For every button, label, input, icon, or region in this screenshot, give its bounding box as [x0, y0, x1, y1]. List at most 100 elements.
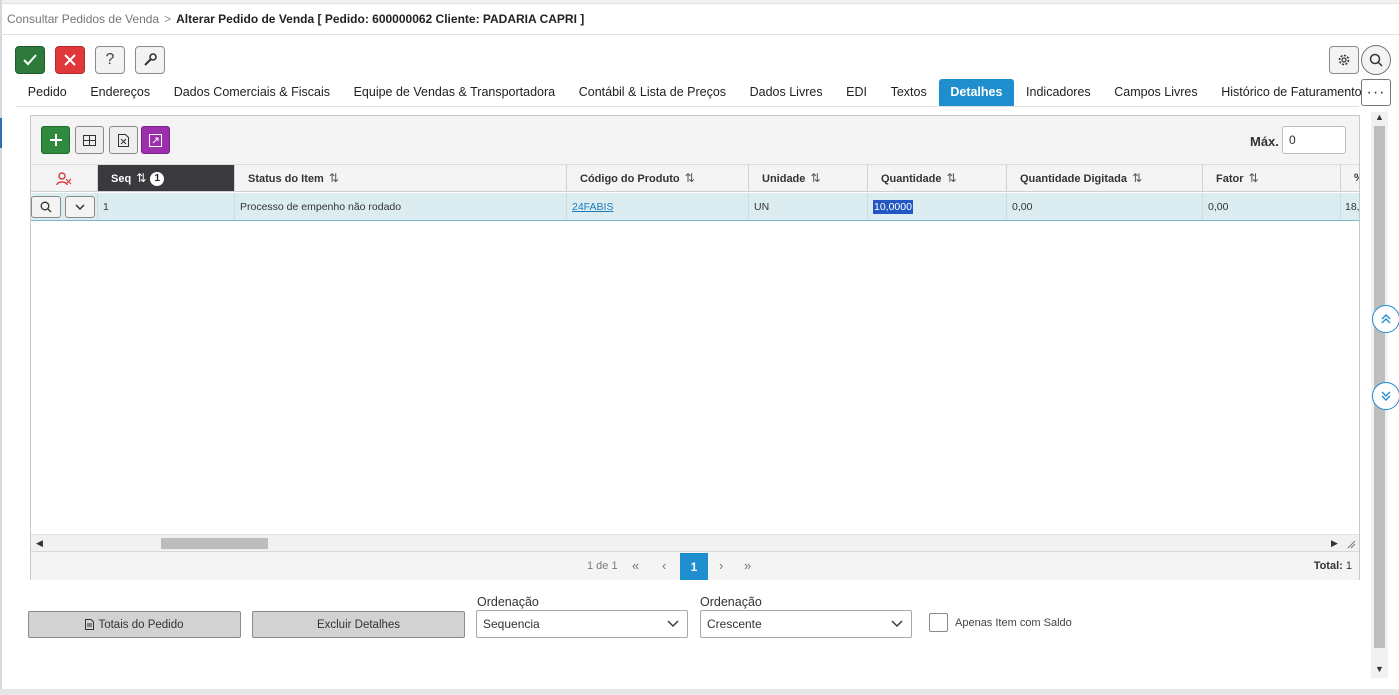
sort-icon[interactable]: ⇅: [1249, 171, 1259, 185]
tab-detalhes[interactable]: Detalhes: [938, 79, 1015, 106]
left-edge-marker: [0, 118, 2, 148]
scroll-down-arrow[interactable]: ▼: [1375, 664, 1384, 674]
row-view-button[interactable]: [31, 196, 61, 218]
settings-button[interactable]: [1329, 46, 1359, 74]
tab-equipe-de-vendas-transportadora[interactable]: Equipe de Vendas & Transportadora: [342, 79, 567, 106]
plus-icon: [49, 134, 62, 146]
scroll-up-arrow[interactable]: ▲: [1375, 112, 1384, 122]
confirm-button[interactable]: [15, 46, 45, 74]
last-page-button[interactable]: »: [744, 558, 751, 573]
search-icon: [40, 201, 52, 213]
total-label: Total:: [1313, 560, 1343, 572]
column-label: Status do Item: [248, 173, 324, 185]
column-label: Código do Produto: [580, 173, 680, 185]
expand-icon: [149, 133, 162, 147]
max-label: Máx.: [1250, 134, 1279, 149]
sort-icon[interactable]: ⇅: [947, 171, 957, 185]
column-header-unit[interactable]: Unidade ⇅: [748, 165, 867, 191]
delete-details-button[interactable]: Excluir Detalhes: [252, 611, 465, 638]
global-search-button[interactable]: [1361, 45, 1391, 75]
tab-textos[interactable]: Textos: [879, 79, 939, 106]
cell-percent: 18,0: [1340, 193, 1359, 220]
tab-indicadores[interactable]: Indicadores: [1014, 79, 1102, 106]
check-icon: [23, 54, 37, 66]
scroll-top-button[interactable]: [1372, 305, 1399, 333]
order-direction-select[interactable]: Crescente: [700, 610, 912, 638]
sort-icon[interactable]: ⇅: [685, 171, 695, 185]
user-filter-icon[interactable]: [56, 171, 72, 186]
columns-button[interactable]: [75, 126, 104, 154]
current-page-button[interactable]: 1: [680, 553, 708, 580]
order-direction-value: Crescente: [707, 617, 762, 631]
horizontal-scroll-thumb[interactable]: [161, 538, 268, 549]
column-header-factor[interactable]: Fator ⇅: [1202, 165, 1340, 191]
current-page-label: 1: [690, 559, 698, 574]
tab-dados-comerciais-fiscais[interactable]: Dados Comerciais & Fiscais: [162, 79, 342, 106]
order-totals-label: Totais do Pedido: [98, 618, 184, 631]
row-actions-header: [31, 165, 97, 191]
tab-pedido[interactable]: Pedido: [16, 79, 79, 106]
tabs-divider: [16, 106, 1359, 107]
tab-edi[interactable]: EDI: [834, 79, 878, 106]
grid-toolbar: Máx.: [31, 116, 1359, 165]
top-border: [0, 0, 1399, 4]
sort-icon[interactable]: ⇅: [329, 171, 339, 185]
more-tabs-button[interactable]: ···: [1361, 79, 1391, 106]
grid-total: Total: 1: [1314, 560, 1352, 572]
help-button[interactable]: ?: [95, 46, 125, 74]
sort-order-badge: 1: [150, 172, 165, 187]
table-row[interactable]: 1 Processo de empenho não rodado 24FABIS…: [31, 193, 1359, 221]
header-divider: [0, 34, 1399, 35]
cell-quantity[interactable]: 10,0000: [867, 193, 1006, 220]
tools-button[interactable]: [135, 46, 165, 74]
prev-page-button[interactable]: ‹: [662, 558, 666, 573]
scroll-left-arrow[interactable]: ◀: [36, 535, 43, 552]
column-header-typed-quantity[interactable]: Quantidade Digitada ⇅: [1006, 165, 1202, 191]
tab-enderecos[interactable]: Endereços: [79, 79, 162, 106]
only-balance-checkbox[interactable]: [929, 613, 948, 632]
row-menu-button[interactable]: [65, 196, 95, 218]
cell-seq: 1: [97, 193, 234, 220]
quantity-value[interactable]: 10,0000: [873, 200, 913, 214]
double-chevron-down-icon: [1381, 391, 1391, 401]
breadcrumb: Consultar Pedidos de Venda > Alterar Pedid…: [7, 12, 584, 26]
column-header-seq[interactable]: Seq ⇅ 1: [97, 165, 234, 191]
cell-status: Processo de empenho não rodado: [234, 193, 566, 220]
tab-dados-livres[interactable]: Dados Livres: [738, 79, 835, 106]
expand-button[interactable]: [141, 126, 170, 154]
order-field-label: Ordenação: [477, 595, 539, 609]
tab-contabil-lista-de-precos[interactable]: Contábil & Lista de Preços: [567, 79, 738, 106]
delete-details-label: Excluir Detalhes: [316, 618, 401, 631]
resize-grip-icon[interactable]: [1347, 540, 1356, 549]
add-item-button[interactable]: [41, 126, 70, 154]
column-header-product-code[interactable]: Código do Produto ⇅: [566, 165, 748, 191]
column-header-quantity[interactable]: Quantidade ⇅: [867, 165, 1006, 191]
order-field-value: Sequencia: [483, 617, 540, 631]
scroll-bottom-button[interactable]: [1372, 382, 1399, 410]
left-edge: [0, 0, 2, 695]
order-totals-button[interactable]: Totais do Pedido: [28, 611, 241, 638]
column-header-status[interactable]: Status do Item ⇅: [234, 165, 566, 191]
tab-campos-livres[interactable]: Campos Livres: [1102, 79, 1209, 106]
cell-typed-quantity: 0,00: [1006, 193, 1202, 220]
next-page-button[interactable]: ›: [719, 558, 723, 573]
horizontal-scrollbar[interactable]: ◀ ▶: [31, 534, 1359, 551]
cancel-button[interactable]: [55, 46, 85, 74]
order-field-select[interactable]: Sequencia: [476, 610, 688, 638]
max-input[interactable]: [1282, 126, 1346, 154]
sort-icon[interactable]: ⇅: [1132, 171, 1142, 185]
double-chevron-up-icon: [1381, 314, 1391, 324]
sort-icon[interactable]: ⇅: [810, 171, 820, 185]
first-page-button[interactable]: «: [632, 558, 639, 573]
sort-icon[interactable]: ⇅: [136, 171, 146, 185]
export-excel-button[interactable]: [109, 126, 138, 154]
product-code-link[interactable]: 24FABIS: [572, 201, 613, 213]
breadcrumb-parent[interactable]: Consultar Pedidos de Venda: [7, 12, 159, 26]
scroll-right-arrow[interactable]: ▶: [1331, 535, 1338, 552]
cell-product-code: 24FABIS: [566, 193, 748, 220]
column-label: %: [1354, 172, 1359, 184]
tab-historico-de-faturamento[interactable]: Histórico de Faturamento: [1209, 79, 1373, 106]
column-header-percent[interactable]: %: [1340, 165, 1359, 191]
chevron-down-icon: [891, 620, 903, 627]
grid-header: Seq ⇅ 1 Status do Item ⇅ Código do Produto ⇅…: [31, 165, 1359, 192]
